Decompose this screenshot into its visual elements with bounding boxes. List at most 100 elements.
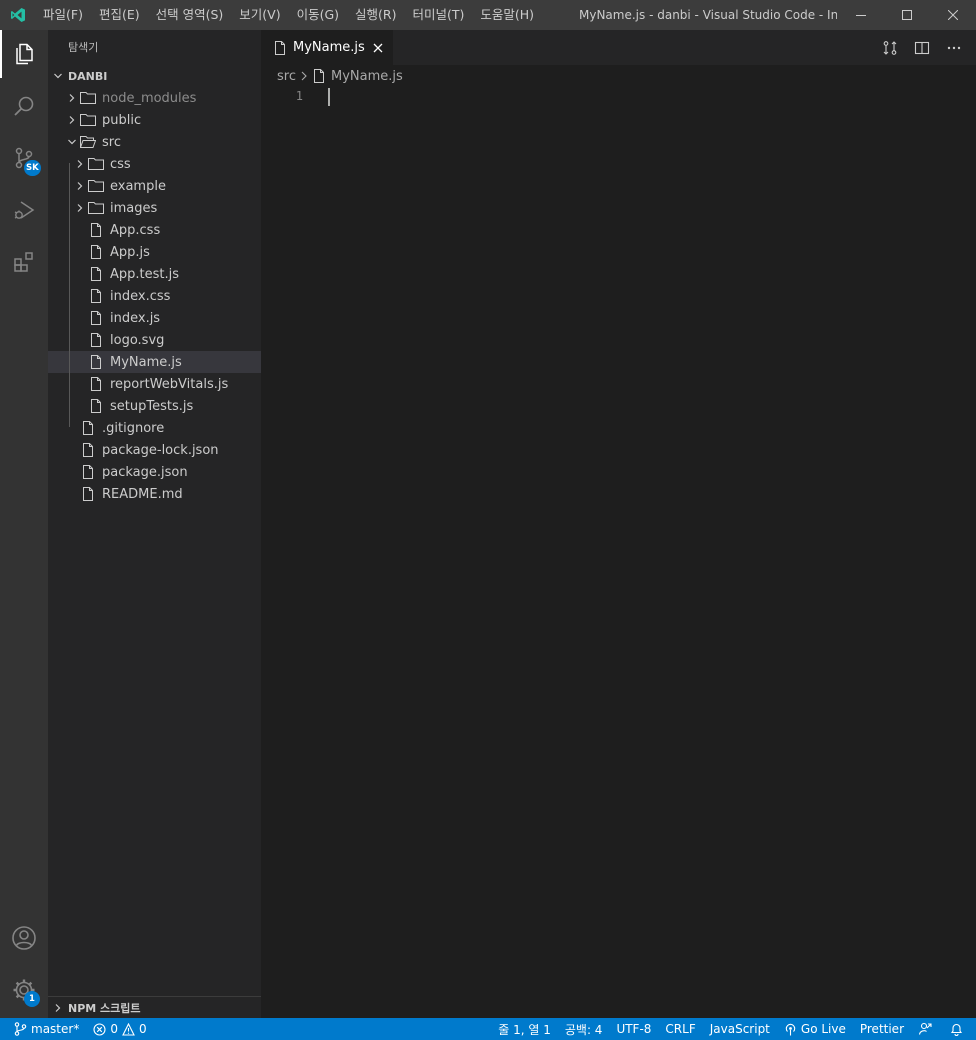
split-editor-icon xyxy=(914,41,930,54)
tab-bar: MyName.js xyxy=(261,30,976,65)
menu-terminal[interactable]: 터미널(T) xyxy=(405,0,473,30)
go-live-status[interactable]: Go Live xyxy=(777,1018,853,1040)
file-setuptests-js[interactable]: setupTests.js xyxy=(48,395,261,417)
file-app-css[interactable]: App.css xyxy=(48,219,261,241)
tree-item-label: README.md xyxy=(102,486,183,502)
menu-selection[interactable]: 선택 영역(S) xyxy=(148,0,232,30)
feedback-button[interactable] xyxy=(911,1018,943,1040)
menu-file[interactable]: 파일(F) xyxy=(35,0,91,30)
accounts-button[interactable] xyxy=(0,914,48,962)
split-editor-button[interactable] xyxy=(906,30,938,65)
tree-item-label: logo.svg xyxy=(110,332,165,348)
run-debug-icon xyxy=(14,201,35,219)
close-tab-icon[interactable] xyxy=(373,43,383,53)
file-icon xyxy=(88,285,104,307)
cursor-position-status[interactable]: 줄 1, 열 1 xyxy=(491,1018,558,1040)
manage-button[interactable]: 1 xyxy=(0,966,48,1014)
menu-view[interactable]: 보기(V) xyxy=(231,0,288,30)
chevron-right-icon xyxy=(64,87,80,109)
npm-scripts-section-header[interactable]: NPM 스크립트 xyxy=(48,996,261,1018)
notifications-button[interactable] xyxy=(943,1018,976,1040)
folder-src[interactable]: src xyxy=(48,131,261,153)
workspace-section-header[interactable]: DANBI xyxy=(48,65,261,87)
file-package-json[interactable]: package.json xyxy=(48,461,261,483)
problems-status[interactable]: 0 0 xyxy=(86,1018,153,1040)
run-debug-button[interactable] xyxy=(0,186,48,234)
go-live-label: Go Live xyxy=(800,1022,846,1036)
tree-item-label: css xyxy=(110,156,131,172)
more-actions-button[interactable] xyxy=(938,30,970,65)
file-myname-js[interactable]: MyName.js xyxy=(48,351,261,373)
folder-images[interactable]: images xyxy=(48,197,261,219)
folder-icon xyxy=(80,109,96,131)
file-app-test-js[interactable]: App.test.js xyxy=(48,263,261,285)
tree-item-label: App.css xyxy=(110,222,161,238)
scm-badge: SK xyxy=(24,160,41,176)
file-readme-md[interactable]: README.md xyxy=(48,483,261,505)
extensions-button[interactable] xyxy=(0,238,48,286)
close-window-button[interactable] xyxy=(930,0,976,30)
file-package-lock-json[interactable]: package-lock.json xyxy=(48,439,261,461)
file-icon xyxy=(313,69,324,83)
tree-item-label: setupTests.js xyxy=(110,398,194,414)
file-gitignore[interactable]: .gitignore xyxy=(48,417,261,439)
menu-edit[interactable]: 편집(E) xyxy=(91,0,148,30)
chevron-right-icon xyxy=(72,175,88,197)
maximize-icon xyxy=(902,10,912,20)
tree-item-label: images xyxy=(110,200,158,216)
open-changes-button[interactable] xyxy=(874,30,906,65)
menu-go[interactable]: 이동(G) xyxy=(289,0,347,30)
file-icon xyxy=(88,351,104,373)
warning-count: 0 xyxy=(138,1022,147,1036)
minimize-button[interactable] xyxy=(838,0,884,30)
file-reportwebvitals-js[interactable]: reportWebVitals.js xyxy=(48,373,261,395)
code-line[interactable]: 1 xyxy=(261,87,976,109)
tree-item-label: node_modules xyxy=(102,90,197,106)
folder-public[interactable]: public xyxy=(48,109,261,131)
breadcrumb-folder[interactable]: src xyxy=(277,69,296,84)
folder-example[interactable]: example xyxy=(48,175,261,197)
tab-myname-js[interactable]: MyName.js xyxy=(261,30,393,65)
file-logo-svg[interactable]: logo.svg xyxy=(48,329,261,351)
broadcast-icon xyxy=(785,1023,796,1035)
settings-badge: 1 xyxy=(24,991,40,1007)
tree-item-label: package-lock.json xyxy=(102,442,219,458)
prettier-status[interactable]: Prettier xyxy=(853,1018,911,1040)
chevron-right-icon xyxy=(300,71,308,81)
search-button[interactable] xyxy=(0,82,48,130)
eol-status[interactable]: CRLF xyxy=(658,1018,702,1040)
git-branch-icon xyxy=(14,1022,27,1036)
file-index-css[interactable]: index.css xyxy=(48,285,261,307)
file-app-js[interactable]: App.js xyxy=(48,241,261,263)
menu-help[interactable]: 도움말(H) xyxy=(472,0,542,30)
git-branch-status[interactable]: master* xyxy=(0,1018,86,1040)
language-mode-status[interactable]: JavaScript xyxy=(703,1018,777,1040)
file-icon xyxy=(88,219,104,241)
chevron-right-icon xyxy=(72,153,88,175)
menu-run[interactable]: 실행(R) xyxy=(347,0,404,30)
folder-node-modules[interactable]: node_modules xyxy=(48,87,261,109)
maximize-button[interactable] xyxy=(884,0,930,30)
folder-css[interactable]: css xyxy=(48,153,261,175)
file-icon xyxy=(88,263,104,285)
npm-scripts-label: NPM 스크립트 xyxy=(68,1001,141,1015)
breadcrumb-file[interactable]: MyName.js xyxy=(331,69,403,84)
source-control-button[interactable]: SK xyxy=(0,134,48,182)
file-index-js[interactable]: index.js xyxy=(48,307,261,329)
close-icon xyxy=(948,10,958,20)
encoding-status[interactable]: UTF-8 xyxy=(609,1018,658,1040)
title-bar: 파일(F) 편집(E) 선택 영역(S) 보기(V) 이동(G) 실행(R) 터… xyxy=(0,0,976,30)
explorer-button[interactable] xyxy=(0,30,48,78)
indentation-status[interactable]: 공백: 4 xyxy=(558,1018,610,1040)
line-number: 1 xyxy=(295,89,303,103)
account-icon xyxy=(12,926,36,950)
window-title: MyName.js - danbi - Visual Studio Code -… xyxy=(579,8,837,22)
